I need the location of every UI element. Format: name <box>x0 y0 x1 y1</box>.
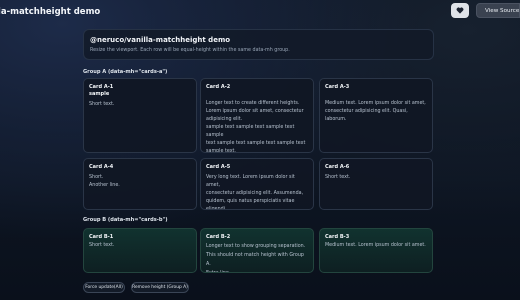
card-title: Card B-1 <box>89 234 114 240</box>
card-title: Card A-4 <box>89 164 114 170</box>
view-source-button[interactable]: View Source Code <box>476 3 520 18</box>
group-b-label: Group B (data-mh="cards-b") <box>83 217 168 223</box>
page-subtitle: Resize the viewport. Each row will be eq… <box>90 48 290 53</box>
top-bar: lla-matchheight demo View Source Code <box>0 0 520 22</box>
page-title: @neruco/vanilla-matchheight demo <box>90 36 231 44</box>
card-title: Card A-1 sample <box>89 84 114 97</box>
card-a-5: Card A-5 Very long text. Lorem ipsum dol… <box>200 158 314 210</box>
card-b-3: Card B-3 Medium text. Lorem ipsum dolor … <box>319 228 433 273</box>
app-title: lla-matchheight demo <box>0 7 101 17</box>
card-a-1: Card A-1 sample Short text. <box>83 78 197 153</box>
card-body: Short text. <box>325 175 351 180</box>
card-b-2: Card B-2 Longer text to show grouping se… <box>200 228 314 273</box>
card-body: Very long text. Lorem ipsum dolor sit am… <box>206 175 304 210</box>
card-body: Short text. <box>89 102 115 107</box>
card-a-3: Card A-3 Medium text. Lorem ipsum dolor … <box>319 78 433 153</box>
card-title: Card A-2 <box>206 84 231 90</box>
card-body: Longer text to create different heights.… <box>206 101 306 153</box>
card-a-4: Card A-4 Short. Another line. <box>83 158 197 210</box>
card-b-1: Card B-1 Short text. <box>83 228 197 273</box>
card-body: Short. Another line. <box>89 175 120 188</box>
card-title: Card A-6 <box>325 164 350 170</box>
card-a-2: Card A-2 Longer text to create different… <box>200 78 314 153</box>
header-card: @neruco/vanilla-matchheight demo Resize … <box>83 29 434 60</box>
card-title: Card A-3 <box>325 84 350 90</box>
card-title: Card B-3 <box>325 234 350 240</box>
heart-icon <box>456 7 464 14</box>
force-update-button[interactable]: Force update(All) <box>83 282 125 293</box>
top-actions: View Source Code <box>451 3 520 18</box>
card-title: Card B-2 <box>206 234 231 240</box>
card-body: Longer text to show grouping separation.… <box>206 244 306 272</box>
card-a-6: Card A-6 Short text. <box>319 158 433 210</box>
card-body: Medium text. Lorem ipsum dolor sit amet. <box>325 243 426 248</box>
card-body: Medium text. Lorem ipsum dolor sit amet,… <box>325 101 426 122</box>
card-body: Short text. <box>89 243 115 248</box>
card-title: Card A-5 <box>206 164 231 170</box>
remove-height-button[interactable]: Remove height (Group A) <box>131 282 189 293</box>
favorite-button[interactable] <box>451 3 469 18</box>
group-a-label: Group A (data-mh="cards-a") <box>83 69 168 75</box>
